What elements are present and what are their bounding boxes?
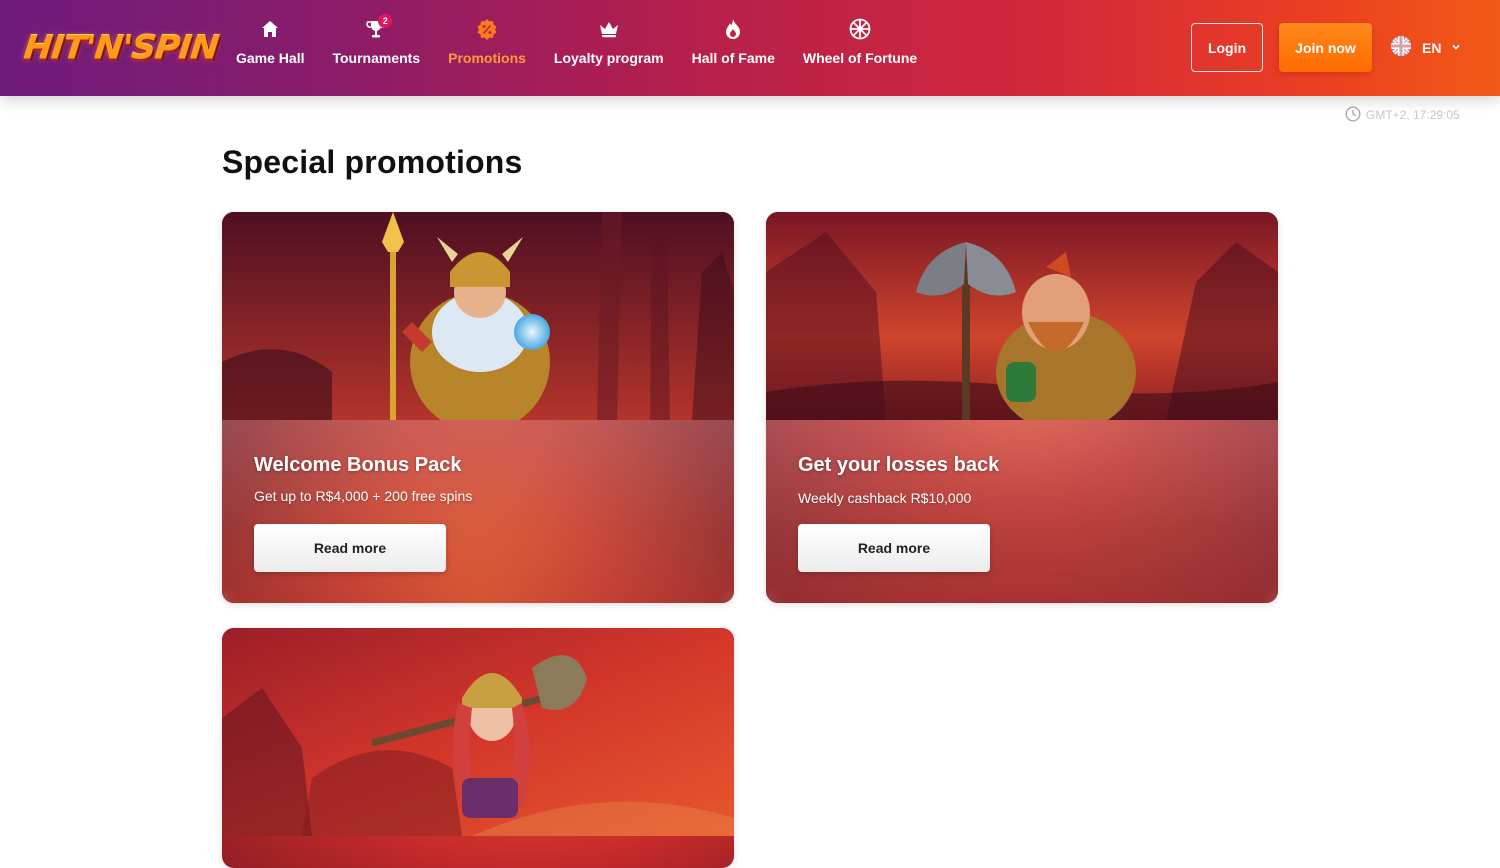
read-more-button[interactable]: Read more bbox=[798, 524, 990, 572]
login-button[interactable]: Login bbox=[1191, 23, 1263, 72]
promo-art-valkyrie bbox=[222, 628, 734, 836]
server-clock: GMT+2, 17:29:05 bbox=[1345, 105, 1460, 125]
uk-flag-icon bbox=[1390, 35, 1412, 62]
nav-label: Tournaments bbox=[332, 50, 421, 66]
read-more-button[interactable]: Read more bbox=[254, 524, 446, 572]
clock-text: GMT+2, 17:29:05 bbox=[1366, 108, 1460, 122]
card-panel bbox=[766, 420, 1278, 603]
clock-icon bbox=[1345, 105, 1361, 125]
site-header: HIT'N'SPIN Game Hall 2 Tournaments Promo… bbox=[0, 0, 1500, 96]
promo-subtitle: Weekly cashback R$10,000 bbox=[798, 490, 972, 506]
logo-text: HIT'N'SPIN bbox=[21, 29, 221, 67]
promo-art-warrior-king bbox=[222, 212, 734, 420]
crown-icon bbox=[598, 18, 620, 40]
nav-item-tournaments[interactable]: 2 Tournaments bbox=[318, 14, 434, 78]
nav-item-promotions[interactable]: Promotions bbox=[434, 18, 540, 78]
nav-label: Loyalty program bbox=[553, 50, 664, 66]
language-selector[interactable]: EN bbox=[1390, 35, 1461, 62]
nav-label: Game Hall bbox=[236, 50, 305, 66]
page-title: Special promotions bbox=[222, 144, 523, 180]
wheel-icon bbox=[849, 18, 871, 40]
language-code: EN bbox=[1422, 40, 1442, 56]
house-icon bbox=[259, 18, 281, 40]
promo-subtitle: Get up to R$4,000 + 200 free spins bbox=[254, 488, 473, 504]
promo-title: Welcome Bonus Pack bbox=[254, 454, 462, 476]
promo-card[interactable]: Get your losses back Weekly cashback R$1… bbox=[766, 212, 1278, 603]
card-panel bbox=[222, 420, 734, 603]
promo-art-dwarf-warrior bbox=[766, 212, 1278, 420]
nav-item-wheel-of-fortune[interactable]: Wheel of Fortune bbox=[789, 18, 931, 78]
promo-card[interactable] bbox=[222, 628, 734, 868]
chevron-down-icon bbox=[1451, 39, 1461, 57]
promo-badge-icon bbox=[476, 18, 498, 40]
main-nav: Game Hall 2 Tournaments Promotions Loyal… bbox=[222, 14, 931, 78]
nav-label: Hall of Fame bbox=[691, 50, 775, 66]
promo-card[interactable]: Welcome Bonus Pack Get up to R$4,000 + 2… bbox=[222, 212, 734, 603]
nav-label: Promotions bbox=[448, 50, 526, 66]
nav-item-hall-of-fame[interactable]: Hall of Fame bbox=[678, 18, 789, 78]
nav-label: Wheel of Fortune bbox=[802, 50, 918, 66]
join-now-button[interactable]: Join now bbox=[1279, 23, 1372, 72]
flame-icon bbox=[722, 18, 744, 40]
nav-item-loyalty[interactable]: Loyalty program bbox=[540, 18, 678, 78]
promo-title: Get your losses back bbox=[798, 454, 1000, 476]
site-logo[interactable]: HIT'N'SPIN bbox=[22, 26, 220, 70]
tournaments-badge: 2 bbox=[378, 14, 393, 28]
nav-item-game-hall[interactable]: Game Hall bbox=[222, 18, 318, 78]
